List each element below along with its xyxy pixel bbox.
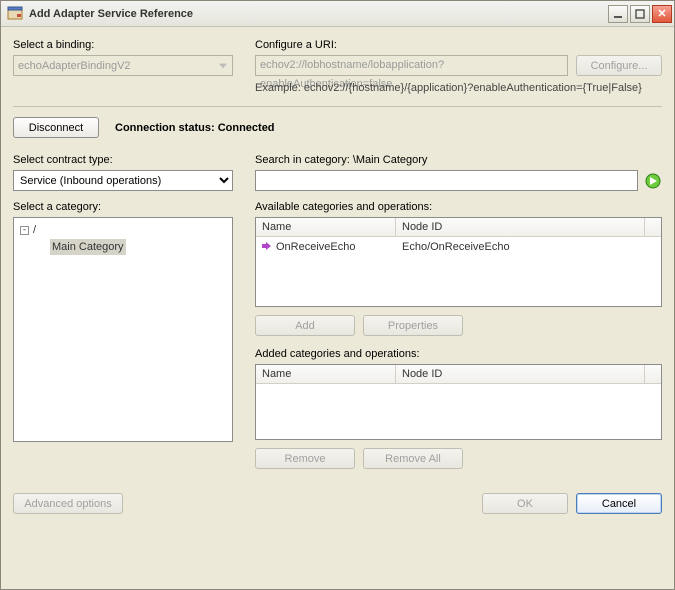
maximize-button[interactable] — [630, 5, 650, 23]
added-header: Name Node ID — [256, 365, 661, 384]
added-label: Added categories and operations: — [255, 348, 662, 360]
contract-label: Select contract type: — [13, 154, 233, 166]
configure-button[interactable]: Configure... — [576, 55, 662, 76]
available-list[interactable]: Name Node ID OnReceiveEcho Echo/OnReceiv… — [255, 217, 662, 307]
remove-all-button[interactable]: Remove All — [363, 448, 463, 469]
binding-value: echoAdapterBindingV2 — [18, 60, 131, 72]
advanced-options-button[interactable]: Advanced options — [13, 493, 123, 514]
disconnect-button[interactable]: Disconnect — [13, 117, 99, 138]
tree-root[interactable]: - / — [20, 222, 226, 238]
connection-status-label: Connection status: — [115, 122, 215, 134]
search-go-icon[interactable] — [644, 172, 662, 190]
available-col-name[interactable]: Name — [256, 218, 396, 236]
available-row-name: OnReceiveEcho — [276, 241, 356, 253]
uri-input: echov2://lobhostname/lobapplication?enab… — [255, 55, 568, 76]
remove-button[interactable]: Remove — [255, 448, 355, 469]
binding-select: echoAdapterBindingV2 — [13, 55, 233, 76]
available-col-nodeid[interactable]: Node ID — [396, 218, 645, 236]
tree-item-main-category[interactable]: Main Category — [50, 239, 226, 255]
contract-select[interactable]: Service (Inbound operations) — [13, 170, 233, 191]
chevron-down-icon — [215, 56, 230, 75]
connection-status: Connection status: Connected — [115, 122, 275, 134]
binding-label: Select a binding: — [13, 39, 233, 51]
uri-example: Example: echov2://{hostname}/{applicatio… — [255, 82, 662, 94]
added-col-name[interactable]: Name — [256, 365, 396, 383]
titlebar: Add Adapter Service Reference ✕ — [1, 1, 674, 27]
available-col-spacer — [645, 218, 661, 236]
operation-icon — [262, 241, 272, 251]
available-row-nodeid: Echo/OnReceiveEcho — [396, 239, 661, 255]
minimize-button[interactable] — [608, 5, 628, 23]
tree-item-label: Main Category — [50, 239, 126, 255]
list-item[interactable]: OnReceiveEcho Echo/OnReceiveEcho — [256, 237, 661, 257]
added-list[interactable]: Name Node ID — [255, 364, 662, 440]
uri-label: Configure a URI: — [255, 39, 662, 51]
tree-root-label: / — [33, 222, 36, 238]
ok-button[interactable]: OK — [482, 493, 568, 514]
add-button[interactable]: Add — [255, 315, 355, 336]
search-input[interactable] — [255, 170, 638, 191]
collapse-icon[interactable]: - — [20, 226, 29, 235]
search-label: Search in category: \Main Category — [255, 154, 662, 166]
added-col-spacer — [645, 365, 661, 383]
properties-button[interactable]: Properties — [363, 315, 463, 336]
connection-status-value: Connected — [218, 122, 275, 134]
app-icon — [7, 6, 23, 22]
added-col-nodeid[interactable]: Node ID — [396, 365, 645, 383]
category-tree[interactable]: - / Main Category — [13, 217, 233, 442]
available-header: Name Node ID — [256, 218, 661, 237]
available-label: Available categories and operations: — [255, 201, 662, 213]
category-label: Select a category: — [13, 201, 233, 213]
window-title: Add Adapter Service Reference — [29, 8, 606, 20]
close-button[interactable]: ✕ — [652, 5, 672, 23]
cancel-button[interactable]: Cancel — [576, 493, 662, 514]
